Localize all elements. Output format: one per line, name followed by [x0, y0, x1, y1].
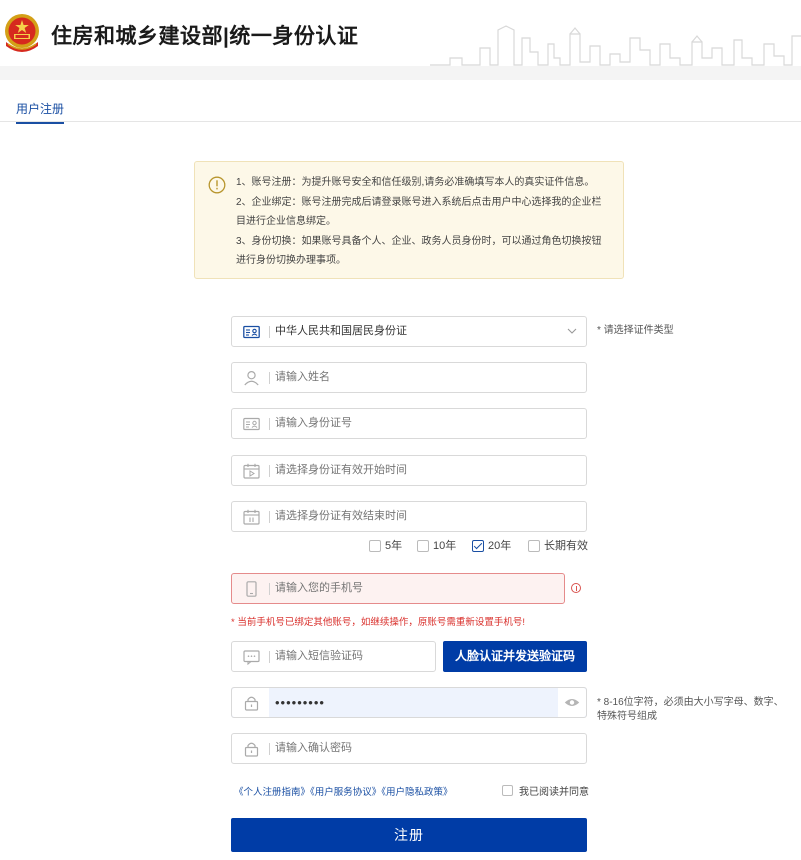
national-emblem-icon — [5, 14, 39, 52]
name-field[interactable] — [231, 362, 587, 393]
valid-end-field[interactable] — [231, 501, 587, 532]
calendar-icon — [243, 463, 260, 479]
checkbox[interactable] — [528, 540, 540, 552]
validity-option-20y[interactable]: 20年 — [472, 538, 511, 554]
phone-icon — [246, 581, 257, 597]
password-hint-line-1: * 8-16位字符，必须由大小写字母、数字、 — [597, 697, 784, 708]
separator — [269, 326, 270, 338]
validity-option-10y[interactable]: 10年 — [417, 538, 456, 554]
separator — [269, 372, 270, 384]
chevron-down-icon — [567, 328, 577, 334]
id-card-icon — [243, 325, 260, 339]
agree-checkbox[interactable] — [502, 785, 513, 796]
notice-text: 1、账号注册：为提升账号安全和信任级别,请务必准确填写本人的真实证件信息。 2、… — [236, 173, 611, 271]
agree-label: 我已阅读并同意 — [519, 787, 589, 798]
separator — [269, 583, 270, 595]
notice-line-1: 1、账号注册：为提升账号安全和信任级别,请务必准确填写本人的真实证件信息。 — [236, 177, 595, 188]
agreement-links: 《个人注册指南》《用户服务协议》《用户隐私政策》 — [234, 784, 453, 798]
id-type-value: 中华人民共和国居民身份证 — [275, 325, 407, 337]
id-card-icon — [243, 417, 260, 431]
name-input[interactable] — [275, 363, 565, 392]
link-service-agreement[interactable]: 《用户服务协议》 — [310, 787, 381, 798]
separator — [269, 418, 270, 430]
confirm-password-input[interactable] — [275, 734, 565, 763]
validity-option-label: 长期有效 — [544, 540, 588, 552]
separator — [269, 511, 270, 523]
password-hint: * 8-16位字符，必须由大小写字母、数字、 特殊符号组成 — [597, 696, 784, 724]
sms-code-input[interactable] — [275, 642, 430, 671]
phone-input[interactable] — [275, 574, 565, 603]
id-number-input[interactable] — [275, 409, 565, 438]
validity-option-label: 10年 — [433, 540, 457, 552]
site-header: 住房和城乡建设部|统一身份认证 — [0, 0, 801, 70]
lock-icon — [244, 696, 259, 711]
tab-bar: 用户注册 — [0, 96, 801, 124]
link-registration-guide[interactable]: 《个人注册指南》 — [234, 787, 310, 798]
phone-field[interactable] — [231, 573, 565, 604]
validity-option-label: 5年 — [385, 540, 403, 552]
separator — [269, 465, 270, 477]
site-title: 住房和城乡建设部|统一身份认证 — [51, 25, 359, 48]
confirm-password-field[interactable] — [231, 733, 587, 764]
calendar-icon — [243, 509, 260, 525]
id-type-hint: * 请选择证件类型 — [597, 325, 674, 336]
eye-icon[interactable] — [564, 697, 580, 708]
sms-field[interactable] — [231, 641, 436, 672]
notice-line-2: 2、企业绑定：账号注册完成后请登录账号进入系统后点击用户中心选择我的企业栏目进行… — [236, 196, 602, 228]
phone-error-text: * 当前手机号已绑定其他账号，如继续操作，原账号需重新设置手机号! — [231, 617, 525, 628]
checkbox-checked[interactable] — [472, 540, 484, 552]
checkbox[interactable] — [417, 540, 429, 552]
id-number-field[interactable] — [231, 408, 587, 439]
password-value: ••••••••• — [275, 695, 325, 710]
header-band — [0, 66, 801, 80]
error-icon — [571, 583, 581, 593]
lock-icon — [244, 742, 259, 757]
checkbox[interactable] — [369, 540, 381, 552]
valid-start-field[interactable] — [231, 455, 587, 486]
id-type-select[interactable]: 中华人民共和国居民身份证 — [231, 316, 587, 347]
validity-option-5y[interactable]: 5年 — [369, 538, 402, 554]
tab-user-register[interactable]: 用户注册 — [16, 100, 65, 124]
face-auth-send-code-button[interactable]: 人脸认证并发送验证码 — [443, 641, 587, 672]
register-button[interactable]: 注册 — [231, 818, 587, 852]
validity-option-label: 20年 — [488, 540, 512, 552]
validity-option-permanent[interactable]: 长期有效 — [528, 538, 588, 554]
message-icon — [243, 650, 260, 665]
separator — [269, 651, 270, 663]
valid-start-input[interactable] — [275, 456, 565, 485]
link-privacy-policy[interactable]: 《用户隐私政策》 — [381, 787, 452, 798]
user-icon — [244, 370, 259, 386]
skyline-decoration — [430, 25, 801, 66]
valid-end-input[interactable] — [275, 502, 565, 531]
notice-box: 1、账号注册：为提升账号安全和信任级别,请务必准确填写本人的真实证件信息。 2、… — [194, 161, 624, 279]
password-hint-line-2: 特殊符号组成 — [597, 711, 657, 722]
agree-checkbox-row[interactable]: 我已阅读并同意 — [502, 783, 589, 798]
warning-circle-icon — [208, 176, 226, 194]
password-toggle[interactable] — [558, 688, 586, 717]
password-field[interactable]: ••••••••• — [231, 687, 587, 718]
separator — [269, 743, 270, 755]
password-icon-area — [232, 688, 269, 717]
notice-line-3: 3、身份切换：如果账号具备个人、企业、政务人员身份时，可以通过角色切换按钮进行身… — [236, 235, 602, 267]
